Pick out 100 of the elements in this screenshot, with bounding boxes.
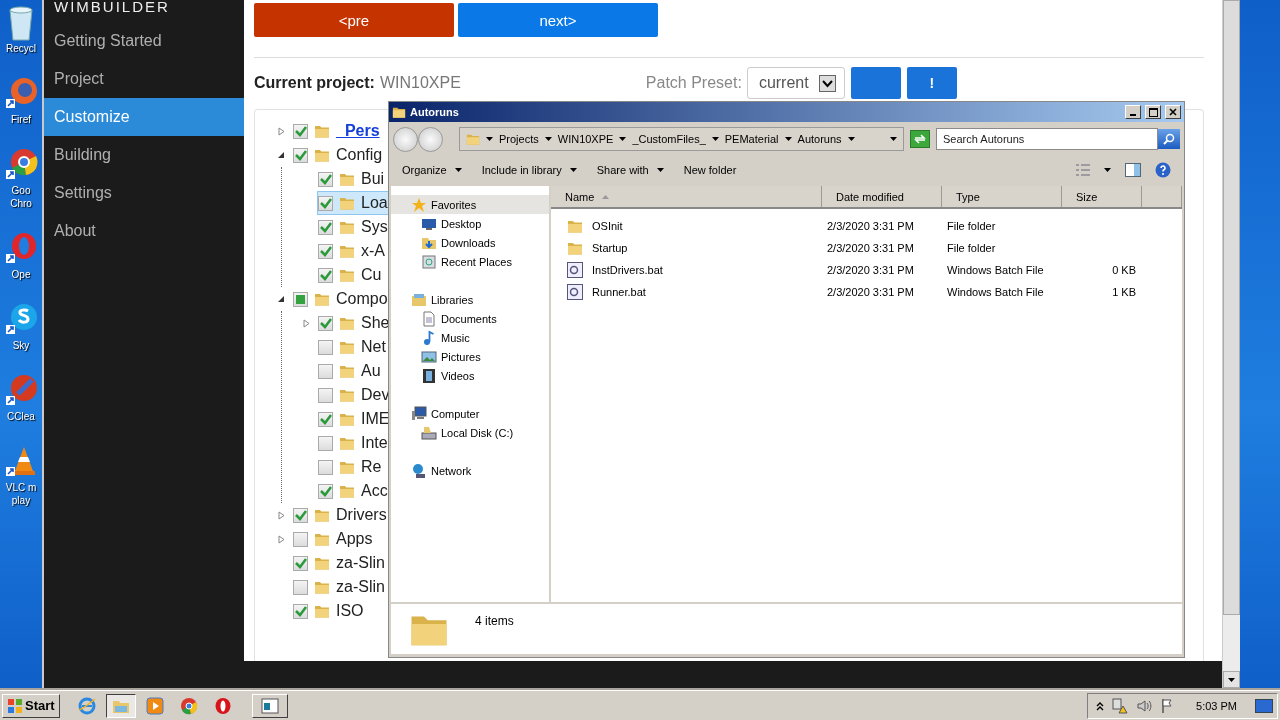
scroll-thumb[interactable]	[1223, 0, 1240, 615]
breadcrumb[interactable]: PEMaterial	[724, 133, 779, 145]
checkbox[interactable]	[293, 123, 308, 139]
expand-arrow-icon[interactable]	[277, 534, 285, 544]
expand-arrow-icon[interactable]	[277, 126, 285, 136]
scroll-down-button[interactable]	[1223, 671, 1240, 688]
column-header[interactable]: Size	[1062, 186, 1142, 207]
apply-button[interactable]: !	[906, 67, 957, 99]
checkbox[interactable]	[318, 387, 333, 403]
nav-item[interactable]: Settings	[44, 174, 244, 212]
checkbox[interactable]	[293, 555, 308, 571]
checkbox[interactable]	[318, 195, 333, 211]
maximize-button[interactable]	[1145, 105, 1161, 119]
collapse-arrow-icon[interactable]	[277, 295, 285, 303]
tree-label[interactable]: x-A	[361, 242, 385, 260]
nav-label[interactable]: Desktop	[441, 217, 482, 230]
tree-label[interactable]: za-Slin	[336, 554, 385, 572]
nav-label[interactable]: Videos	[441, 369, 475, 382]
selected-tree-item[interactable]: Loa	[317, 191, 391, 215]
preview-pane-icon[interactable]	[1125, 163, 1141, 177]
show-desktop-icon[interactable]	[1255, 697, 1273, 714]
nav-group[interactable]: Computer	[391, 404, 549, 423]
tree-label[interactable]: Inte	[361, 434, 388, 452]
nav-label[interactable]: Favorites	[431, 198, 477, 211]
nav-label[interactable]: Network	[431, 464, 472, 477]
tree-label[interactable]: Bui	[361, 170, 385, 188]
nav-item[interactable]: Project	[44, 60, 244, 98]
checkbox[interactable]	[293, 507, 308, 523]
nav-item[interactable]: Getting Started	[44, 22, 244, 60]
tree-label[interactable]: Loa	[361, 194, 388, 212]
toolbar-button[interactable]: New folder	[683, 162, 737, 178]
collapse-arrow-icon[interactable]	[277, 151, 285, 159]
file-name[interactable]: Runner.bat	[587, 286, 646, 298]
checkbox[interactable]	[293, 531, 308, 547]
checkbox[interactable]	[318, 171, 333, 187]
tree-label[interactable]: Apps	[336, 530, 373, 548]
search-button[interactable]	[1158, 129, 1180, 149]
checkbox[interactable]	[318, 315, 333, 331]
tree-label[interactable]: Acc	[361, 482, 388, 500]
tree-label[interactable]: Re	[361, 458, 382, 476]
start-button[interactable]: Start	[2, 693, 60, 718]
checkbox[interactable]	[318, 411, 333, 427]
breadcrumb[interactable]: WIN10XPE	[557, 133, 614, 145]
preset-select[interactable]: current	[746, 67, 845, 99]
checkbox[interactable]	[318, 267, 333, 283]
speaker-icon[interactable]	[1136, 697, 1153, 714]
checkbox[interactable]	[293, 603, 308, 619]
expand-arrow-icon[interactable]	[302, 318, 310, 328]
checkbox[interactable]	[293, 147, 308, 163]
nav-label[interactable]: Documents	[441, 312, 497, 325]
nav-group[interactable]: Libraries	[391, 290, 549, 309]
nav-label[interactable]: Recent Places	[441, 255, 512, 268]
refresh-button[interactable]	[910, 130, 930, 148]
breadcrumb[interactable]: Projects	[499, 133, 539, 145]
nav-label[interactable]: Computer	[431, 407, 480, 420]
address-bar[interactable]: Projects WIN10XPE _CustomFiles_ PEMaterial Autoruns	[459, 127, 904, 151]
help-icon[interactable]	[1155, 162, 1171, 178]
checkbox[interactable]	[318, 483, 333, 499]
back-button[interactable]	[393, 126, 418, 152]
scrollbar[interactable]	[1222, 0, 1240, 688]
file-name[interactable]: Startup	[587, 242, 628, 254]
previous-button[interactable]: <pre	[254, 3, 454, 37]
tree-label[interactable]: Au	[361, 362, 381, 380]
nav-item[interactable]: Customize	[44, 98, 244, 136]
checkbox[interactable]	[318, 243, 333, 259]
close-button[interactable]	[1165, 105, 1181, 119]
nav-group[interactable]: Network	[391, 461, 549, 480]
tree-label[interactable]: Cu	[361, 266, 382, 284]
checkbox[interactable]	[318, 339, 333, 355]
nav-label[interactable]: Local Disk (C:)	[441, 426, 514, 439]
toolbar-button[interactable]: Include in library	[481, 162, 577, 178]
search-field[interactable]: Search Autoruns	[936, 128, 1158, 150]
tree-label[interactable]: She	[361, 314, 390, 332]
column-header[interactable]: Date modified	[822, 186, 942, 207]
tree-label[interactable]: za-Slin	[336, 578, 385, 596]
toolbar-button[interactable]: Organize	[402, 162, 462, 178]
tree-label[interactable]: ISO	[336, 602, 364, 620]
checkbox[interactable]	[318, 363, 333, 379]
nav-label[interactable]: Libraries	[431, 293, 474, 306]
tree-label[interactable]: Config	[336, 146, 383, 164]
blank-button[interactable]	[850, 67, 901, 99]
column-header[interactable]: Type	[942, 186, 1062, 207]
column-header[interactable]: Name	[551, 186, 822, 207]
tree-label[interactable]: Net	[361, 338, 386, 356]
network-warning-icon[interactable]	[1112, 697, 1129, 714]
nav-group[interactable]: Favorites	[391, 195, 549, 214]
nav-item[interactable]: Building	[44, 136, 244, 174]
file-name[interactable]: OSInit	[587, 220, 623, 232]
taskbar-button[interactable]	[105, 693, 136, 718]
checkbox[interactable]	[318, 435, 333, 451]
tree-label[interactable]: Compo	[336, 290, 388, 308]
tree-label[interactable]: Dev	[361, 386, 390, 404]
expand-arrow-icon[interactable]	[277, 510, 285, 520]
checkbox[interactable]	[293, 579, 308, 595]
breadcrumb[interactable]: _CustomFiles_	[632, 133, 706, 145]
breadcrumb[interactable]: Autoruns	[797, 133, 842, 145]
tree-label[interactable]: Drivers	[336, 506, 387, 524]
chevron-up-icon[interactable]	[1096, 700, 1105, 711]
minimize-button[interactable]	[1125, 105, 1141, 119]
checkbox[interactable]	[318, 459, 333, 475]
